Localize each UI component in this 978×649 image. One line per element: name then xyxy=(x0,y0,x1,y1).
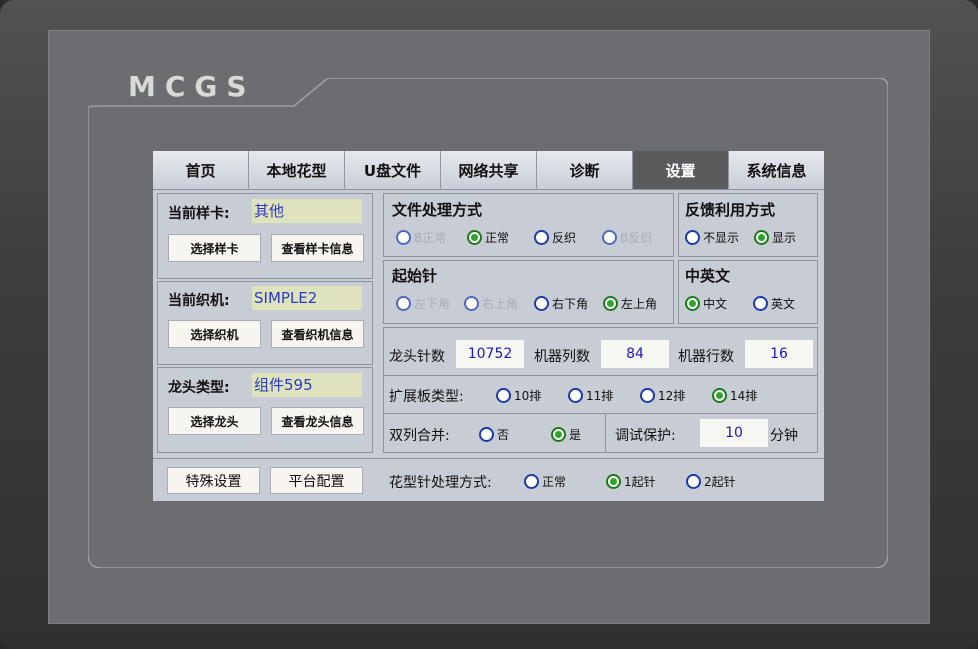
hook-count-field[interactable]: 10752 xyxy=(456,340,524,368)
expansion-14-radio[interactable]: 14排 xyxy=(712,387,757,404)
tab-local-pattern[interactable]: 本地花型 xyxy=(249,151,345,189)
double-merge-no-radio[interactable]: 否 xyxy=(479,426,509,443)
language-english-radio[interactable]: 英文 xyxy=(753,295,795,312)
expansion-12-radio[interactable]: 12排 xyxy=(640,387,685,404)
needle-mode-1-radio[interactable]: 1起针 xyxy=(606,473,656,490)
head-type-value: 组件595 xyxy=(252,373,362,397)
view-machine-info-button[interactable]: 查看织机信息 xyxy=(271,320,364,348)
card-label: 当前样卡: xyxy=(168,206,230,222)
tab-bar: 首页 本地花型 U盘文件 网络共享 诊断 设置 系统信息 xyxy=(153,151,824,190)
tab-home[interactable]: 首页 xyxy=(153,151,249,189)
tab-diagnosis[interactable]: 诊断 xyxy=(537,151,633,189)
feedback-section: 反馈利用方式 不显示 显示 xyxy=(678,193,818,257)
special-settings-button[interactable]: 特殊设置 xyxy=(167,467,260,494)
double-merge-yes-radio[interactable]: 是 xyxy=(551,426,581,443)
machine-rows-label: 机器行数 xyxy=(678,349,734,365)
card-value: 其他 xyxy=(252,199,362,223)
expansion-10-radio[interactable]: 10排 xyxy=(496,387,541,404)
debug-protect-field[interactable]: 10 xyxy=(700,419,768,447)
head-section: 龙头类型: 组件595 选择龙头 查看龙头信息 xyxy=(157,367,373,453)
file-mode-b-reverse-radio[interactable]: B反织 xyxy=(602,229,652,246)
select-card-button[interactable]: 选择样卡 xyxy=(168,234,261,262)
file-mode-reverse-radio[interactable]: 反织 xyxy=(534,229,576,246)
language-section: 中英文 中文 英文 xyxy=(678,260,818,324)
hmi-screen: 首页 本地花型 U盘文件 网络共享 诊断 设置 系统信息 当前样卡: 其他 选择… xyxy=(153,151,824,501)
machine-section: 当前织机: SIMPLE2 选择织机 查看织机信息 xyxy=(157,281,373,365)
tab-settings[interactable]: 设置 xyxy=(633,151,729,189)
start-top-right-radio[interactable]: 右上角 xyxy=(464,295,518,312)
machine-label: 当前织机: xyxy=(168,293,230,309)
needle-mode-2-radio[interactable]: 2起针 xyxy=(686,473,736,490)
start-bottom-right-radio[interactable]: 右下角 xyxy=(534,295,588,312)
feedback-show-radio[interactable]: 显示 xyxy=(754,229,796,246)
start-bottom-left-radio[interactable]: 左下角 xyxy=(396,295,450,312)
file-mode-b-normal-radio[interactable]: B正常 xyxy=(396,229,446,246)
params-divider-3 xyxy=(605,413,606,452)
needle-mode-label: 花型针处理方式: xyxy=(389,475,492,491)
start-top-left-radio[interactable]: 左上角 xyxy=(603,295,657,312)
tab-system-info[interactable]: 系统信息 xyxy=(729,151,824,189)
brand-logo: MCGS xyxy=(128,70,256,103)
bottom-divider xyxy=(153,458,824,459)
debug-protect-unit: 分钟 xyxy=(770,428,798,444)
double-merge-label: 双列合并: xyxy=(389,428,450,444)
file-mode-normal-radio[interactable]: 正常 xyxy=(467,229,509,246)
language-chinese-radio[interactable]: 中文 xyxy=(685,295,727,312)
hook-count-label: 龙头针数 xyxy=(389,349,445,365)
tab-usb-files[interactable]: U盘文件 xyxy=(345,151,441,189)
expansion-label: 扩展板类型: xyxy=(389,389,464,405)
view-card-info-button[interactable]: 查看样卡信息 xyxy=(271,234,364,262)
feedback-hide-radio[interactable]: 不显示 xyxy=(685,229,739,246)
machine-value: SIMPLE2 xyxy=(252,286,362,310)
start-needle-section: 起始针 左下角 右上角 右下角 左上角 xyxy=(383,260,674,324)
params-section: 龙头针数 10752 机器列数 84 机器行数 16 扩展板类型: 10排 11… xyxy=(383,327,818,453)
select-machine-button[interactable]: 选择织机 xyxy=(168,320,261,348)
tab-network-share[interactable]: 网络共享 xyxy=(441,151,537,189)
expansion-11-radio[interactable]: 11排 xyxy=(568,387,613,404)
file-mode-title: 文件处理方式 xyxy=(392,201,483,219)
params-divider-2 xyxy=(384,413,817,414)
view-head-info-button[interactable]: 查看龙头信息 xyxy=(271,407,364,435)
head-type-label: 龙头类型: xyxy=(168,380,230,396)
debug-protect-label: 调试保护: xyxy=(615,428,676,444)
feedback-title: 反馈利用方式 xyxy=(685,201,776,219)
params-divider-1 xyxy=(384,375,817,376)
card-section: 当前样卡: 其他 选择样卡 查看样卡信息 xyxy=(157,193,373,279)
machine-rows-field[interactable]: 16 xyxy=(745,340,813,368)
machine-cols-label: 机器列数 xyxy=(534,349,590,365)
needle-mode-normal-radio[interactable]: 正常 xyxy=(524,473,566,490)
machine-cols-field[interactable]: 84 xyxy=(601,340,669,368)
platform-config-button[interactable]: 平台配置 xyxy=(270,467,363,494)
select-head-button[interactable]: 选择龙头 xyxy=(168,407,261,435)
start-needle-title: 起始针 xyxy=(392,267,438,285)
language-title: 中英文 xyxy=(685,267,731,285)
file-mode-section: 文件处理方式 B正常 正常 反织 B反织 xyxy=(383,193,674,257)
